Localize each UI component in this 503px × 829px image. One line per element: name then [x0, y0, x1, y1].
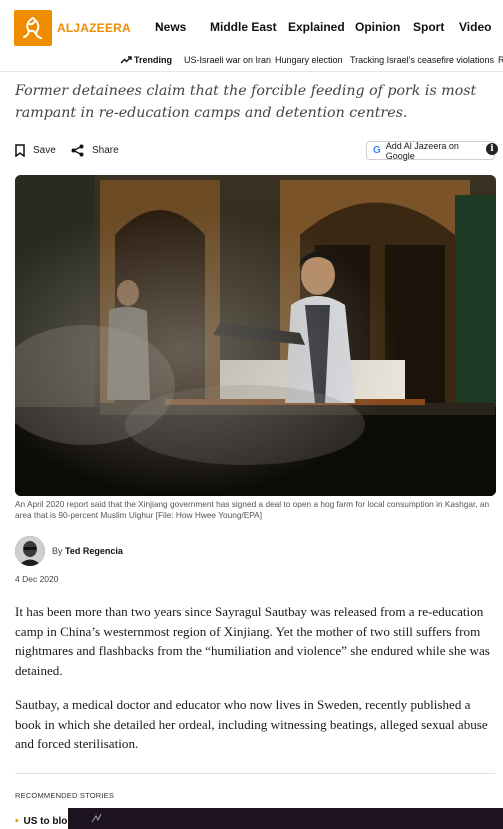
trending-item[interactable]: R	[498, 55, 503, 65]
by-label: By	[52, 546, 63, 556]
main-nav: News ⌄ Middle East Explained Opinion Spo…	[0, 20, 503, 36]
trending-item[interactable]: Hungary election	[275, 55, 343, 65]
publish-date: 4 Dec 2020	[15, 574, 59, 584]
image-caption: An April 2020 report said that the Xinji…	[15, 499, 490, 520]
save-button[interactable]: Save	[15, 144, 56, 157]
trending-item[interactable]: US-Israeli war on Iran	[184, 55, 271, 65]
author-name-link[interactable]: Ted Regencia	[65, 546, 123, 556]
article-actions: Save Share G Add Al Jazeera on Google i	[15, 140, 498, 162]
share-button[interactable]: Share	[71, 144, 119, 157]
nav-item-explained[interactable]: Explained	[288, 20, 345, 34]
recommended-title: RECOMMENDED STORIES	[15, 791, 115, 800]
trending-label: Trending	[134, 55, 172, 65]
nav-item-video[interactable]: Video	[459, 20, 491, 34]
trending-bar: Trending US-Israeli war on Iran Hungary …	[0, 50, 503, 72]
trending-icon	[120, 55, 132, 66]
google-g-icon: G	[373, 145, 381, 156]
article-subhead: Former detainees claim that the forcible…	[15, 83, 477, 121]
share-label: Share	[92, 145, 119, 156]
share-icon	[71, 144, 84, 157]
recommended-story-label: US to blo	[23, 816, 68, 827]
author-byline: By Ted Regencia	[15, 536, 315, 566]
recommended-story-link[interactable]: • US to blo	[15, 816, 67, 827]
chevron-down-icon: ⌄	[155, 20, 162, 29]
nav-item-sport[interactable]: Sport	[413, 20, 444, 34]
nav-item-opinion[interactable]: Opinion	[355, 20, 400, 34]
video-player-overlay[interactable]	[68, 808, 503, 829]
add-on-google-button[interactable]: G Add Al Jazeera on Google	[366, 140, 495, 161]
avatar[interactable]	[15, 536, 45, 566]
divider	[15, 773, 495, 774]
bullet-icon: •	[15, 816, 19, 827]
nav-item-middle-east[interactable]: Middle East	[210, 20, 277, 34]
article-hero-image	[15, 175, 496, 496]
trending-item[interactable]: Tracking Israel's ceasefire violations	[350, 55, 494, 65]
save-label: Save	[33, 145, 56, 156]
bookmark-icon	[15, 144, 25, 157]
article-paragraph: Sautbay, a medical doctor and educator w…	[15, 697, 488, 752]
author-line: By Ted Regencia	[52, 546, 123, 556]
site-header: ALJAZEERA News ⌄ Middle East Explained O…	[0, 0, 503, 50]
add-on-google-label: Add Al Jazeera on Google	[385, 140, 459, 161]
article-paragraph: It has been more than two years since Sa…	[15, 604, 490, 678]
info-icon[interactable]: i	[486, 143, 498, 155]
